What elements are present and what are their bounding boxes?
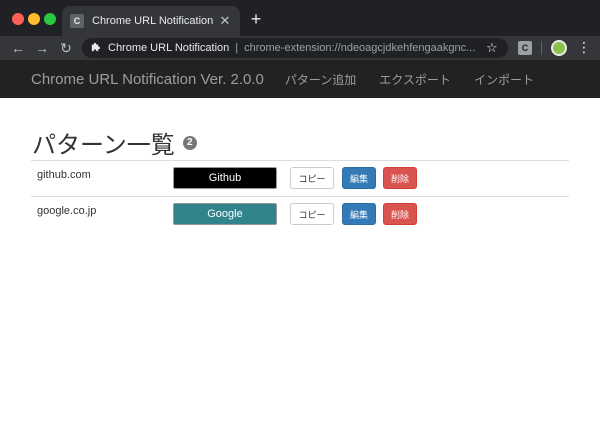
tab-title: Chrome URL Notification xyxy=(92,15,214,27)
app-navbar: Chrome URL Notification Ver. 2.0.0 パターン追… xyxy=(0,60,600,98)
address-bar[interactable]: Chrome URL Notification | chrome-extensi… xyxy=(82,38,508,58)
reload-icon[interactable]: ↻ xyxy=(56,38,76,58)
page-title: パターン一覧 xyxy=(32,132,175,159)
minimize-window-button[interactable] xyxy=(28,13,40,25)
forward-arrow-icon[interactable]: → xyxy=(32,38,52,58)
table-row: google.co.jp Google コピー 編集 削除 xyxy=(31,196,569,232)
page-heading: パターン一覧 2 xyxy=(32,125,197,160)
pattern-url: google.co.jp xyxy=(37,205,97,217)
new-tab-button[interactable]: + xyxy=(247,10,265,28)
close-window-button[interactable] xyxy=(12,13,24,25)
nav-add-pattern-link[interactable]: パターン追加 xyxy=(285,71,356,88)
notification-preview: Google xyxy=(173,203,277,225)
profile-avatar[interactable] xyxy=(551,40,567,56)
copy-button[interactable]: コピー xyxy=(290,167,334,189)
pattern-table: github.com Github コピー 編集 削除 google.co.jp… xyxy=(31,160,569,232)
bookmark-star-icon[interactable]: ☆ xyxy=(486,40,498,56)
back-arrow-icon[interactable]: ← xyxy=(8,38,28,58)
nav-export-link[interactable]: エクスポート xyxy=(379,71,451,88)
browser-tab[interactable]: C Chrome URL Notification ✕ xyxy=(62,6,240,36)
address-bar-separator: | xyxy=(235,42,239,54)
browser-titlebar: C Chrome URL Notification ✕ + xyxy=(0,0,600,36)
toolbar-divider xyxy=(541,41,542,55)
table-row: github.com Github コピー 編集 削除 xyxy=(31,160,569,196)
copy-button[interactable]: コピー xyxy=(290,203,334,225)
close-tab-icon[interactable]: ✕ xyxy=(218,13,232,29)
delete-button[interactable]: 削除 xyxy=(383,203,417,225)
maximize-window-button[interactable] xyxy=(44,13,56,25)
extension-favicon-icon: C xyxy=(70,14,84,28)
extension-icon[interactable]: C xyxy=(518,41,532,55)
pattern-count-badge: 2 xyxy=(182,135,197,150)
edit-button[interactable]: 編集 xyxy=(342,167,376,189)
pattern-url: github.com xyxy=(37,169,91,181)
delete-button[interactable]: 削除 xyxy=(383,167,417,189)
navbar-brand[interactable]: Chrome URL Notification Ver. 2.0.0 xyxy=(31,71,264,88)
address-bar-url: chrome-extension://ndeoagcjdkehfengaakgn… xyxy=(244,42,476,54)
notification-preview: Github xyxy=(173,167,277,189)
edit-button[interactable]: 編集 xyxy=(342,203,376,225)
browser-menu-icon[interactable]: ⋮ xyxy=(577,39,591,56)
address-bar-site-name: Chrome URL Notification xyxy=(108,42,230,54)
puzzle-piece-icon xyxy=(90,41,104,55)
nav-import-link[interactable]: インポート xyxy=(474,71,534,88)
